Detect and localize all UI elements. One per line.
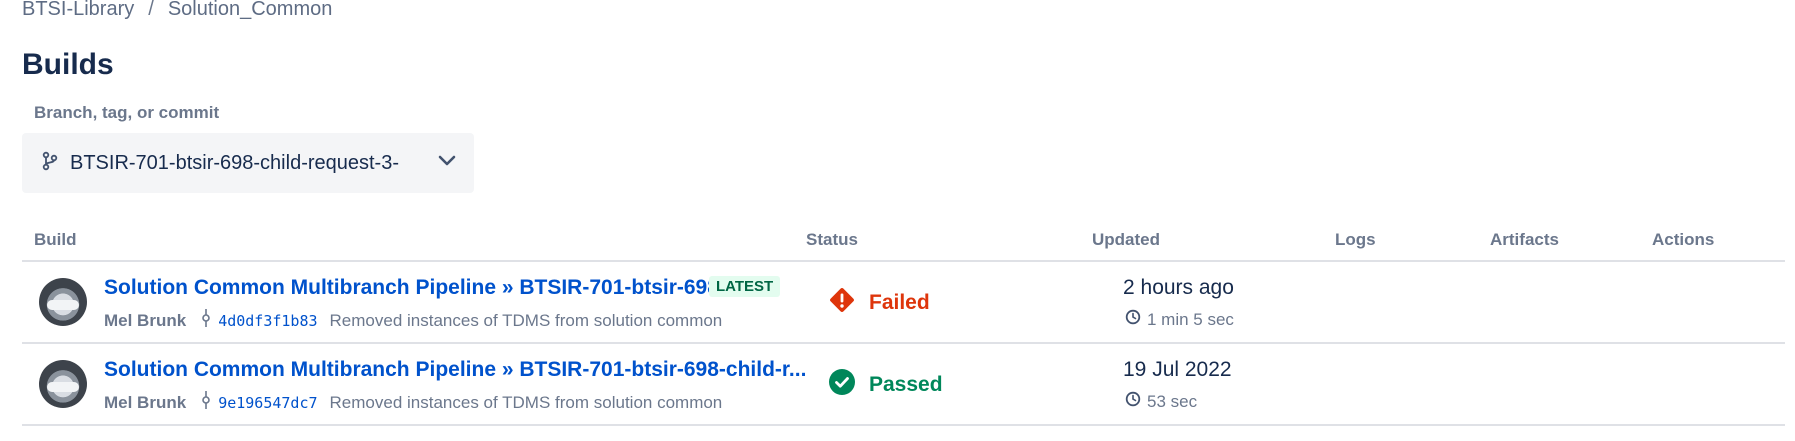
clock-icon	[1125, 391, 1141, 412]
column-header-updated: Updated	[1092, 230, 1160, 249]
branch-filter-label: Branch, tag, or commit	[34, 103, 220, 122]
avatar	[39, 360, 87, 408]
build-title-link[interactable]: Solution Common Multibranch Pipeline » B…	[104, 358, 806, 382]
commit-author: Mel Brunk	[104, 392, 187, 412]
build-meta: Mel Brunk 9e196547dc7 Removed instances …	[104, 391, 722, 414]
branch-icon	[42, 151, 58, 176]
updated-time: 2 hours ago	[1123, 276, 1234, 299]
duration-value: 53 sec	[1147, 391, 1198, 411]
table-row: Solution Common Multibranch Pipeline » B…	[22, 344, 1785, 426]
page-title: Builds	[22, 48, 114, 81]
breadcrumb: BTSI-Library / Solution_Common	[22, 0, 332, 21]
commit-icon	[200, 391, 212, 414]
status-label: Passed	[869, 373, 943, 396]
status-label: Failed	[869, 291, 930, 314]
chevron-down-icon	[438, 154, 456, 172]
column-header-logs: Logs	[1335, 230, 1376, 249]
column-header-artifacts: Artifacts	[1490, 230, 1559, 249]
commit-message: Removed instances of TDMS from solution …	[329, 392, 723, 412]
updated-time: 19 Jul 2022	[1123, 358, 1232, 381]
column-header-status: Status	[806, 230, 858, 249]
build-duration: 53 sec	[1125, 391, 1197, 412]
commit-author: Mel Brunk	[104, 310, 187, 330]
table-row: Solution Common Multibranch Pipeline » B…	[22, 262, 1785, 344]
branch-select-value: BTSIR-701-btsir-698-child-request-3-	[70, 151, 400, 174]
breadcrumb-separator: /	[148, 0, 154, 20]
branch-select[interactable]: BTSIR-701-btsir-698-child-request-3-	[22, 133, 474, 193]
build-duration: 1 min 5 sec	[1125, 309, 1234, 330]
commit-icon	[200, 309, 212, 332]
commit-hash-link[interactable]: 9e196547dc7	[218, 394, 317, 412]
column-header-actions: Actions	[1652, 230, 1715, 249]
status-passed: Passed	[828, 368, 943, 402]
clock-icon	[1125, 309, 1141, 330]
breadcrumb-parent-link[interactable]: BTSI-Library	[22, 0, 134, 21]
breadcrumb-current-link[interactable]: Solution_Common	[168, 0, 333, 21]
column-header-build: Build	[34, 230, 77, 249]
build-meta: Mel Brunk 4d0df3f1b83 Removed instances …	[104, 309, 722, 332]
passed-check-icon	[828, 368, 856, 402]
commit-hash-link[interactable]: 4d0df3f1b83	[218, 312, 317, 330]
duration-value: 1 min 5 sec	[1147, 309, 1234, 329]
build-title-link[interactable]: Solution Common Multibranch Pipeline » B…	[104, 276, 743, 300]
commit-message: Removed instances of TDMS from solution …	[329, 310, 723, 330]
avatar	[39, 278, 87, 326]
status-failed: Failed	[828, 286, 930, 320]
table-header: Build Status Updated Logs Artifacts Acti…	[22, 222, 1785, 262]
latest-badge: LATEST	[709, 276, 781, 297]
builds-table: Build Status Updated Logs Artifacts Acti…	[22, 222, 1785, 426]
failed-diamond-icon	[828, 286, 856, 320]
